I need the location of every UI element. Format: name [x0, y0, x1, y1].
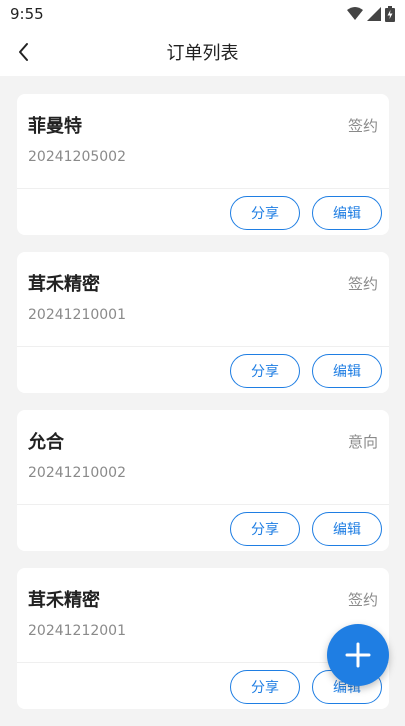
- edit-button[interactable]: 编辑: [312, 196, 382, 230]
- share-button[interactable]: 分享: [230, 354, 300, 388]
- status-icons: [347, 6, 395, 22]
- order-status: 意向: [347, 433, 378, 451]
- divider: [17, 504, 389, 505]
- wifi-icon: [347, 7, 363, 20]
- edit-button[interactable]: 编辑: [312, 512, 382, 546]
- plus-icon: [345, 642, 371, 668]
- order-list: 菲曼特 签约 20241205002 分享 编辑 茸禾精密 签约 2024121…: [17, 94, 389, 726]
- edit-button[interactable]: 编辑: [312, 354, 382, 388]
- signal-icon: [367, 7, 381, 21]
- share-button[interactable]: 分享: [230, 670, 300, 704]
- divider: [17, 346, 389, 347]
- order-number: 20241205002: [28, 149, 126, 165]
- order-status: 签约: [347, 275, 378, 293]
- divider: [17, 188, 389, 189]
- order-status: 签约: [347, 117, 378, 135]
- page-title: 订单列表: [166, 43, 239, 64]
- battery-icon: [385, 6, 395, 22]
- add-order-button[interactable]: [327, 624, 389, 686]
- order-number: 20241210002: [28, 465, 126, 481]
- order-customer-name: 菲曼特: [28, 116, 82, 137]
- nav-bar: 订单列表: [0, 28, 405, 76]
- order-number: 20241210001: [28, 307, 126, 323]
- order-card[interactable]: 菲曼特 签约 20241205002 分享 编辑: [17, 94, 389, 235]
- chevron-left-icon: [19, 43, 28, 61]
- back-button[interactable]: [10, 38, 38, 66]
- status-bar: 9:55: [0, 0, 405, 28]
- share-button[interactable]: 分享: [230, 196, 300, 230]
- order-card[interactable]: 允合 意向 20241210002 分享 编辑: [17, 410, 389, 551]
- order-customer-name: 茸禾精密: [28, 590, 100, 611]
- order-customer-name: 允合: [28, 432, 64, 453]
- status-time: 9:55: [10, 5, 44, 23]
- order-card[interactable]: 茸禾精密 签约 20241210001 分享 编辑: [17, 252, 389, 393]
- order-status: 签约: [347, 591, 378, 609]
- order-customer-name: 茸禾精密: [28, 274, 100, 295]
- order-number: 20241212001: [28, 623, 126, 639]
- share-button[interactable]: 分享: [230, 512, 300, 546]
